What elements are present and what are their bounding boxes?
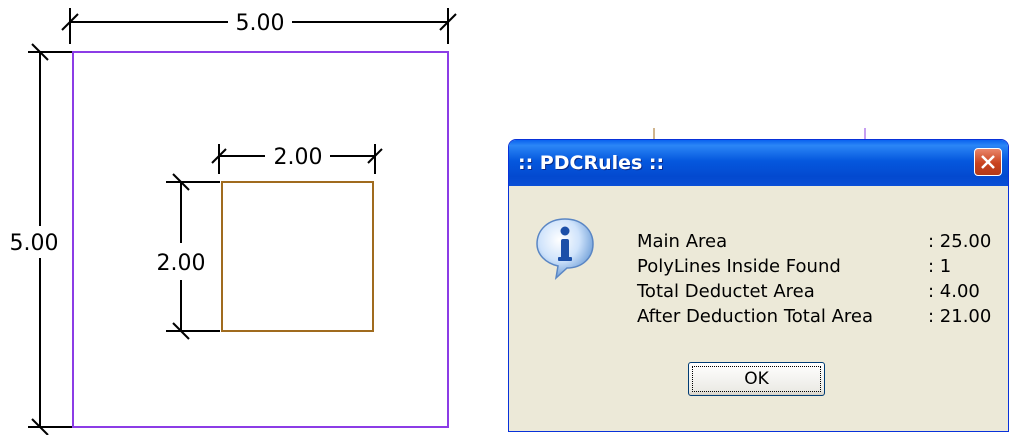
message-dialog: :: PDCRules :: Main Area : 25.00 PolyLin… xyxy=(508,139,1009,432)
dialog-body: Main Area : 25.00 PolyLines Inside Found… xyxy=(512,186,1005,428)
row-value: : 25.00 xyxy=(928,231,992,252)
row-value: : 4.00 xyxy=(928,281,980,302)
row-label: Main Area xyxy=(637,231,728,252)
close-button[interactable] xyxy=(974,148,1002,176)
row-value: : 1 xyxy=(928,256,952,277)
inner-width-label: 2.00 xyxy=(274,145,323,170)
inner-rectangle xyxy=(221,181,374,332)
outer-rectangle xyxy=(72,51,449,428)
dialog-titlebar[interactable]: :: PDCRules :: xyxy=(509,140,1008,186)
outer-height-label: 5.00 xyxy=(10,231,59,256)
info-icon xyxy=(536,218,594,280)
ok-button-label: OK xyxy=(692,366,821,392)
row-label: Total Deductet Area xyxy=(637,281,815,302)
outer-width-label: 5.00 xyxy=(236,11,285,36)
inner-height-label: 2.00 xyxy=(157,251,206,276)
row-label: After Deduction Total Area xyxy=(637,306,873,327)
ok-button[interactable]: OK xyxy=(688,362,825,396)
close-icon xyxy=(981,155,995,169)
row-value: : 21.00 xyxy=(928,306,992,327)
row-label: PolyLines Inside Found xyxy=(637,256,841,277)
dialog-title: :: PDCRules :: xyxy=(518,152,665,174)
